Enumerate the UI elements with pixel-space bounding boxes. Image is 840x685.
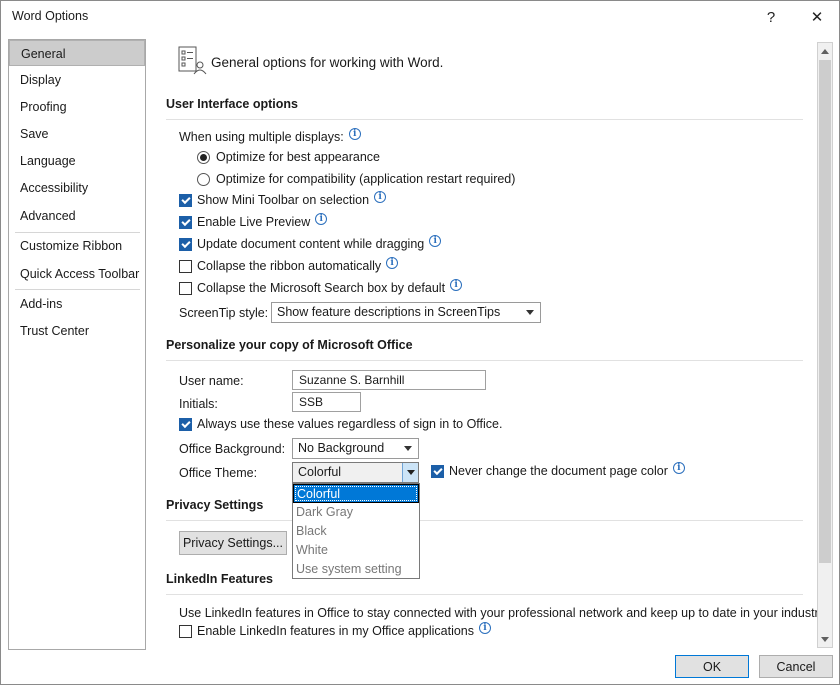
chevron-up-icon — [821, 48, 829, 54]
always-use-checkbox[interactable] — [179, 417, 192, 431]
checkbox-label: Collapse the ribbon automatically — [197, 259, 382, 273]
mini-toolbar-checkbox[interactable] — [179, 193, 192, 207]
info-icon: i — [374, 191, 387, 203]
window-title: Word Options — [12, 9, 89, 23]
info-icon: i — [386, 257, 399, 269]
office-background-value: No Background — [298, 441, 385, 455]
word-options-dialog: Word Options ? ✕ General Display Proofin… — [0, 0, 840, 685]
section-divider — [166, 360, 803, 361]
sidebar-item-trust-center[interactable]: Trust Center — [9, 318, 145, 344]
info-icon: i — [429, 235, 442, 247]
sidebar-divider — [15, 289, 140, 290]
ok-button[interactable]: OK — [675, 655, 749, 678]
collapse-search-option[interactable]: Collapse the Microsoft Search box by def… — [179, 279, 463, 295]
radio-compatibility[interactable]: Optimize for compatibility (application … — [197, 172, 515, 186]
privacy-settings-button[interactable]: Privacy Settings... — [179, 531, 287, 555]
checkbox-label: Collapse the Microsoft Search box by def… — [197, 281, 446, 295]
general-options-icon — [176, 45, 208, 80]
theme-option-white[interactable]: White — [293, 541, 419, 560]
screentip-value: Show feature descriptions in ScreenTips — [277, 305, 501, 319]
collapse-ribbon-option[interactable]: Collapse the ribbon automatically i — [179, 257, 399, 273]
info-icon: i — [672, 462, 685, 474]
update-dragging-checkbox[interactable] — [179, 237, 192, 251]
sidebar-item-accessibility[interactable]: Accessibility — [9, 175, 145, 201]
page-header: General options for working with Word. — [211, 55, 444, 70]
update-dragging-option[interactable]: Update document content while dragging i — [179, 235, 442, 251]
info-icon: i — [450, 279, 463, 291]
sidebar-item-customize-ribbon[interactable]: Customize Ribbon — [9, 233, 145, 259]
sidebar-item-general[interactable]: General — [9, 40, 145, 66]
always-use-option[interactable]: Always use these values regardless of si… — [179, 417, 502, 431]
theme-option-dark-gray[interactable]: Dark Gray — [293, 503, 419, 522]
sidebar-item-language[interactable]: Language — [9, 148, 145, 174]
scroll-down-button[interactable] — [818, 631, 832, 647]
checkbox-label: Never change the document page color — [449, 464, 668, 478]
sidebar-item-advanced[interactable]: Advanced — [9, 203, 145, 229]
user-name-input[interactable]: Suzanne S. Barnhill — [292, 370, 486, 390]
sidebar: General Display Proofing Save Language A… — [8, 39, 146, 650]
chevron-down-icon — [404, 446, 412, 451]
section-divider — [166, 119, 803, 120]
collapse-ribbon-checkbox[interactable] — [179, 259, 192, 273]
section-title-personalize: Personalize your copy of Microsoft Offic… — [166, 338, 413, 352]
checkbox-label: Show Mini Toolbar on selection — [197, 193, 370, 207]
multiple-displays-label: When using multiple displays: — [179, 130, 344, 144]
radio-button[interactable] — [197, 150, 210, 164]
sidebar-item-save[interactable]: Save — [9, 121, 145, 147]
scroll-up-button[interactable] — [818, 43, 832, 59]
chevron-down-icon[interactable] — [402, 463, 418, 482]
vertical-scrollbar[interactable] — [817, 42, 833, 648]
close-button[interactable]: ✕ — [795, 1, 839, 33]
checkbox-label: Enable Live Preview — [197, 215, 311, 229]
live-preview-option[interactable]: Enable Live Preview i — [179, 213, 328, 229]
office-theme-label: Office Theme: — [179, 466, 258, 480]
sidebar-item-quick-access-toolbar[interactable]: Quick Access Toolbar — [9, 261, 145, 287]
sidebar-item-proofing[interactable]: Proofing — [9, 94, 145, 120]
info-icon: i — [348, 128, 361, 140]
checkbox-label: Enable LinkedIn features in my Office ap… — [197, 624, 475, 638]
info-icon: i — [315, 213, 328, 225]
linkedin-description: Use LinkedIn features in Office to stay … — [179, 606, 828, 620]
screentip-select[interactable]: Show feature descriptions in ScreenTips — [271, 302, 541, 323]
mini-toolbar-option[interactable]: Show Mini Toolbar on selection i — [179, 191, 387, 207]
sidebar-item-add-ins[interactable]: Add-ins — [9, 291, 145, 317]
linkedin-checkbox[interactable] — [179, 624, 192, 638]
checkbox-label: Always use these values regardless of si… — [197, 417, 503, 431]
office-theme-value: Colorful — [298, 465, 342, 479]
screentip-label: ScreenTip style: — [179, 306, 269, 320]
office-theme-select[interactable]: Colorful — [292, 462, 419, 483]
section-title-linkedin: LinkedIn Features — [166, 572, 273, 586]
theme-option-system[interactable]: Use system setting — [293, 560, 419, 579]
scroll-thumb[interactable] — [819, 60, 831, 563]
collapse-search-checkbox[interactable] — [179, 281, 192, 295]
live-preview-checkbox[interactable] — [179, 215, 192, 229]
linkedin-enable-option[interactable]: Enable LinkedIn features in my Office ap… — [179, 622, 492, 638]
section-divider — [166, 520, 803, 521]
chevron-down-icon — [526, 310, 534, 315]
sidebar-item-display[interactable]: Display — [9, 67, 145, 93]
chevron-down-icon — [821, 636, 829, 642]
office-background-select[interactable]: No Background — [292, 438, 419, 459]
office-theme-dropdown: Colorful Dark Gray Black White Use syste… — [292, 483, 420, 579]
cancel-button[interactable]: Cancel — [759, 655, 833, 678]
theme-option-colorful[interactable]: Colorful — [293, 484, 419, 503]
office-background-label: Office Background: — [179, 442, 286, 456]
section-title-ui-options: User Interface options — [166, 97, 298, 111]
never-change-page-color-option[interactable]: Never change the document page color i — [431, 462, 685, 478]
radio-button[interactable] — [197, 172, 210, 186]
theme-option-black[interactable]: Black — [293, 522, 419, 541]
radio-label: Optimize for compatibility (application … — [216, 172, 516, 186]
radio-label: Optimize for best appearance — [216, 150, 380, 164]
initials-label: Initials: — [179, 397, 218, 411]
checkbox-label: Update document content while dragging — [197, 237, 425, 251]
never-change-checkbox[interactable] — [431, 464, 444, 478]
multiple-displays-label-row: When using multiple displays: i — [179, 128, 361, 144]
help-button[interactable]: ? — [749, 1, 793, 33]
user-name-label: User name: — [179, 374, 244, 388]
section-divider — [166, 594, 803, 595]
initials-input[interactable]: SSB — [292, 392, 361, 412]
radio-best-appearance[interactable]: Optimize for best appearance — [197, 150, 380, 164]
section-title-privacy: Privacy Settings — [166, 498, 264, 512]
info-icon: i — [479, 622, 492, 634]
